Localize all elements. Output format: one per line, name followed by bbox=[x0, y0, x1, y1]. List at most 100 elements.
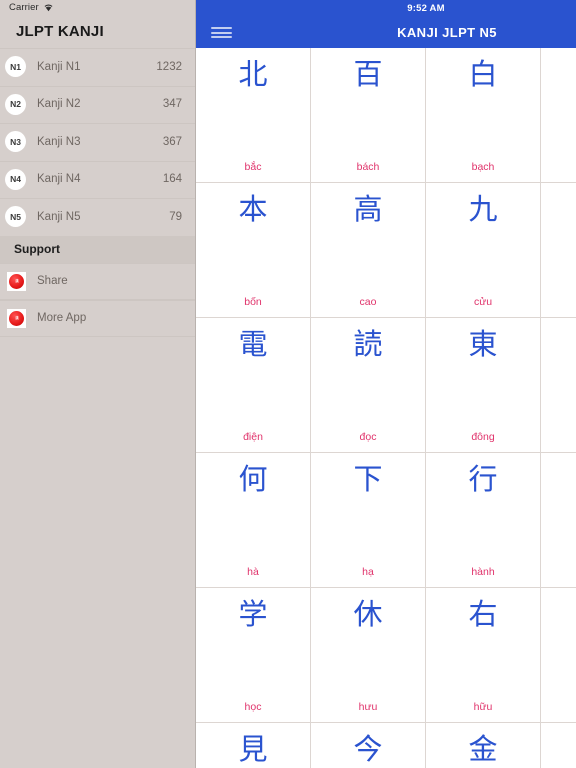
kanji-card[interactable]: 九 cửu bbox=[426, 183, 541, 318]
kanji-character bbox=[541, 723, 576, 768]
kanji-card[interactable]: 読 đọc bbox=[311, 318, 426, 453]
kanji-card[interactable]: 本 bốn bbox=[196, 183, 311, 318]
kanji-reading: hạ bbox=[362, 566, 374, 578]
kanji-character: 下 bbox=[353, 461, 383, 496]
kanji-character bbox=[541, 183, 576, 235]
level-badge-icon: N2 bbox=[5, 93, 26, 115]
sidebar-app-title: JLPT KANJI bbox=[16, 22, 104, 40]
sidebar-item-n3[interactable]: N3 Kanji N3 367 bbox=[0, 123, 196, 161]
sidebar: Carrier JLPT KANJI N1 Kanji N1 1232 N2 Kanji… bbox=[0, 0, 196, 768]
sidebar-status-bar: Carrier bbox=[0, 0, 196, 14]
sidebar-support-label: Share bbox=[37, 275, 68, 287]
kanji-card-empty bbox=[541, 318, 576, 453]
kanji-grid-scroll[interactable]: 北 bắc 百 bách 白 bạch 本 bốn 高 cao 九 cửu 電 điện 読 đọc 東 đông… bbox=[196, 48, 576, 768]
kanji-reading: đọc bbox=[359, 431, 377, 443]
kanji-character bbox=[541, 588, 576, 640]
ios-status-bar: 9:52 AM 100% bbox=[196, 0, 576, 17]
kanji-reading: điện bbox=[243, 431, 263, 443]
kanji-card[interactable]: 東 đông bbox=[426, 318, 541, 453]
kanji-character: 本 bbox=[238, 191, 268, 226]
kanji-card-empty bbox=[541, 453, 576, 588]
kanji-card-empty bbox=[541, 183, 576, 318]
kanji-character: 休 bbox=[353, 596, 383, 631]
kanji-reading: bắc bbox=[244, 161, 262, 173]
kanji-character bbox=[541, 318, 576, 370]
kanji-card[interactable]: 白 bạch bbox=[426, 48, 541, 183]
kanji-character: 金 bbox=[468, 731, 498, 766]
sidebar-item-n4[interactable]: N4 Kanji N4 164 bbox=[0, 160, 196, 199]
sidebar-item-count: 164 bbox=[162, 173, 182, 186]
sidebar-item-count: 1232 bbox=[156, 60, 182, 73]
level-badge-icon: N4 bbox=[5, 168, 26, 190]
sidebar-support-item-more-app[interactable]: 漢 More App bbox=[0, 299, 196, 337]
kanji-character: 読 bbox=[353, 326, 383, 361]
sidebar-item-n1[interactable]: N1 Kanji N1 1232 bbox=[0, 48, 196, 86]
sidebar-support-list: 漢 Share 漢 More App bbox=[0, 262, 196, 337]
kanji-card-empty bbox=[541, 588, 576, 723]
sidebar-level-list: N1 Kanji N1 1232 N2 Kanji N2 347 N3 Kanji N3 367… bbox=[0, 48, 196, 236]
sidebar-support-label: More App bbox=[37, 312, 87, 324]
sidebar-item-n2[interactable]: N2 Kanji N2 347 bbox=[0, 85, 196, 124]
kanji-reading: hà bbox=[247, 566, 259, 578]
kanji-character: 百 bbox=[353, 56, 383, 91]
status-time: 9:52 AM bbox=[407, 3, 445, 14]
sidebar-item-label: Kanji N2 bbox=[37, 98, 81, 111]
kanji-character: 右 bbox=[468, 596, 498, 631]
main-panel: 9:52 AM 100% KANJI JLPT N5 北 bắc 百 bách 白 bạc… bbox=[196, 0, 576, 768]
kanji-card[interactable]: 下 hạ bbox=[311, 453, 426, 588]
kanji-reading: hữu bbox=[473, 701, 493, 713]
kanji-reading: học bbox=[244, 701, 262, 713]
kanji-card-empty bbox=[541, 723, 576, 768]
kanji-reading: bách bbox=[356, 161, 380, 173]
kanji-character: 見 bbox=[238, 731, 268, 766]
kanji-grid: 北 bắc 百 bách 白 bạch 本 bốn 高 cao 九 cửu 電 điện 読 đọc 東 đông… bbox=[196, 48, 576, 768]
kanji-card[interactable]: 百 bách bbox=[311, 48, 426, 183]
kanji-card[interactable]: 北 bắc bbox=[196, 48, 311, 183]
sidebar-item-n5[interactable]: N5 Kanji N5 79 bbox=[0, 198, 196, 236]
kanji-character: 東 bbox=[468, 326, 498, 361]
kanji-reading: hưu bbox=[358, 701, 378, 713]
kanji-card[interactable]: 右 hữu bbox=[426, 588, 541, 723]
kanji-character: 白 bbox=[468, 56, 498, 91]
kanji-card-empty bbox=[541, 48, 576, 183]
kanji-card[interactable]: 電 điện bbox=[196, 318, 311, 453]
kanji-reading: cửu bbox=[473, 296, 493, 308]
level-badge-icon: N5 bbox=[5, 206, 26, 228]
kanji-character bbox=[541, 48, 576, 100]
kanji-reading: đông bbox=[471, 431, 495, 443]
kanji-card[interactable]: 休 hưu bbox=[311, 588, 426, 723]
kanji-card[interactable]: 行 hành bbox=[426, 453, 541, 588]
sidebar-item-count: 367 bbox=[162, 135, 182, 148]
kanji-reading: bạch bbox=[471, 161, 495, 173]
carrier-label: Carrier bbox=[9, 1, 39, 13]
kanji-character: 今 bbox=[353, 731, 383, 766]
kanji-card[interactable]: 何 hà bbox=[196, 453, 311, 588]
wifi-icon bbox=[43, 3, 54, 12]
sidebar-item-count: 347 bbox=[162, 98, 182, 111]
kanji-card[interactable]: 今 bbox=[311, 723, 426, 768]
kanji-card[interactable]: 高 cao bbox=[311, 183, 426, 318]
app-red-icon: 漢 bbox=[7, 308, 26, 328]
sidebar-item-label: Kanji N5 bbox=[37, 210, 81, 223]
kanji-reading: hành bbox=[471, 566, 495, 578]
kanji-character: 何 bbox=[238, 461, 268, 496]
kanji-character: 学 bbox=[238, 596, 268, 631]
sidebar-section-support: Support bbox=[0, 235, 196, 263]
sidebar-item-count: 79 bbox=[169, 210, 182, 223]
kanji-character: 行 bbox=[468, 461, 498, 496]
kanji-card[interactable]: 見 bbox=[196, 723, 311, 768]
kanji-reading: cao bbox=[359, 296, 377, 308]
kanji-card[interactable]: 金 bbox=[426, 723, 541, 768]
kanji-character: 電 bbox=[238, 326, 268, 361]
sidebar-item-label: Kanji N1 bbox=[37, 60, 81, 73]
sidebar-support-item-share[interactable]: 漢 Share bbox=[0, 262, 196, 300]
kanji-character bbox=[541, 453, 576, 505]
app-red-icon: 漢 bbox=[7, 271, 26, 291]
sidebar-item-label: Kanji N3 bbox=[37, 135, 81, 148]
navigation-bar: KANJI JLPT N5 bbox=[196, 17, 576, 48]
kanji-character: 北 bbox=[238, 56, 268, 91]
kanji-card[interactable]: 学 học bbox=[196, 588, 311, 723]
kanji-reading: bốn bbox=[244, 296, 262, 308]
level-badge-icon: N3 bbox=[5, 131, 26, 153]
page-title: KANJI JLPT N5 bbox=[397, 25, 497, 40]
